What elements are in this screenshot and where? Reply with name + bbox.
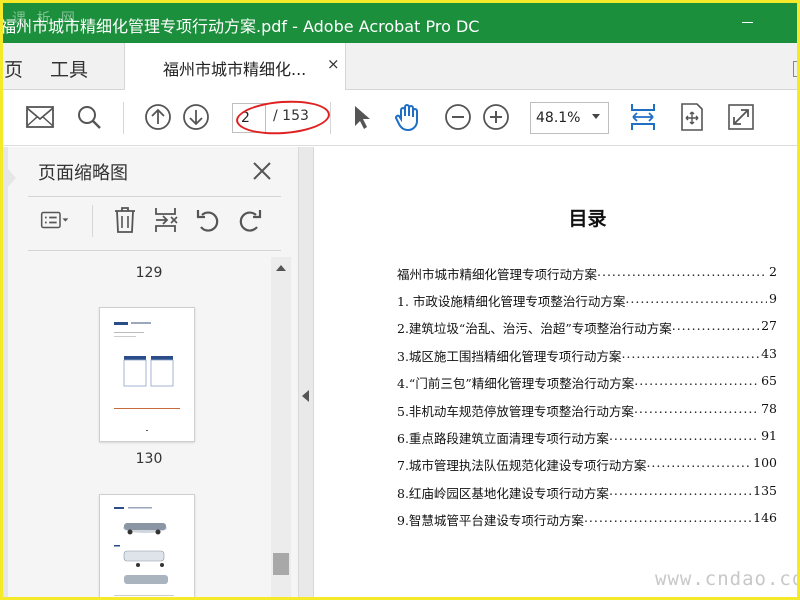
toc-entry[interactable]: 6.重点路段建筑立面清理专项行动方案 .....................… [397,428,777,447]
chevron-down-icon [592,114,600,119]
toc-entry-page: 9 [769,291,777,306]
toc-leader-dots: ........................................… [608,428,759,443]
tab-home[interactable]: 页 [4,55,23,82]
insert-page-icon[interactable] [151,205,181,235]
tab-scroll-right[interactable] [793,61,800,77]
toc-leader-dots: ........................................… [671,318,760,333]
toc-leader-dots: ........................................… [597,264,767,279]
toc-entry-page: 65 [761,373,777,388]
toc-entry[interactable]: 1. 市政设施精细化管理专项整治行动方案 ...................… [397,291,777,310]
toc-entry-text: 1. 市政设施精细化管理专项整治行动方案 [397,294,626,309]
toc-entry-page: 43 [761,346,777,361]
thumbnail-page-number: 129 [135,265,163,281]
toc-entry[interactable]: 7.城市管理执法队伍规范化建设专项行动方案 ..................… [397,455,777,474]
thumbnail-list[interactable]: 129 130 [28,257,270,600]
toc-leader-dots: ........................................… [646,455,751,470]
page-thumbnail[interactable] [99,307,195,442]
page-up-icon[interactable] [143,102,173,132]
toc-entry[interactable]: 2.建筑垃圾“治乱、治污、治超”专项整治行动方案 ...............… [397,318,777,337]
navigation-pane-strip [0,147,8,600]
thumbnail-options-icon[interactable] [40,205,70,235]
toc-entry[interactable]: 4.“门前三包”精细化管理专项整治行动方案 ..................… [397,373,777,392]
toc-entry[interactable]: 3.城区施工围挡精细化管理专项行动方案 ....................… [397,346,777,365]
collapse-panel-icon[interactable] [302,390,309,402]
scroll-mode-icon[interactable] [677,102,707,132]
thumbnail-page-number: 130 [135,451,163,467]
toc-entry-page: 27 [761,318,777,333]
panel-splitter[interactable] [298,147,314,600]
rotate-left-icon[interactable] [193,205,223,235]
toc-entry-text: 6.重点路段建筑立面清理专项行动方案 [397,431,609,446]
toc-entry-page: 91 [761,428,777,443]
toc-entry-text: 7.城市管理执法队伍规范化建设专项行动方案 [397,458,647,473]
zoom-select[interactable]: 48.1% [530,102,609,134]
tab-tools[interactable]: 工具 [50,55,88,82]
zoom-out-icon[interactable] [443,102,473,132]
page-thumbnails-panel: 页面缩略图 129 130 [0,147,298,600]
tab-document[interactable]: 福州市城市精细化... × [124,43,346,90]
search-icon[interactable] [74,102,104,132]
mail-icon[interactable] [25,102,55,132]
panel-separator [92,205,93,237]
toc-title: 目录 [568,208,607,230]
page-thumbnail[interactable] [99,494,195,600]
tab-document-label: 福州市城市精细化... [163,60,307,79]
toc-leader-dots: ........................................… [634,373,759,388]
toc-entry-page: 100 [753,455,777,470]
title-bar: 福州市城市精细化管理专项行动方案.pdf - Adobe Acrobat Pro… [0,3,800,43]
scrollbar-thumb[interactable] [273,553,289,575]
toc-entry-text: 福州市城市精细化管理专项行动方案 [397,267,598,282]
toc-leader-dots: ........................................… [625,291,767,306]
toc-leader-dots: ........................................… [583,510,751,525]
minimize-button[interactable] [742,22,753,23]
toc-entry-text: 9.智慧城管平台建设专项行动方案 [397,513,584,528]
panel-pointer [8,169,16,187]
toc-entry-page: 2 [769,264,777,279]
tab-bar: 页 工具 福州市城市精细化... × [0,43,800,90]
toc-entry[interactable]: 福州市城市精细化管理专项行动方案 .......................… [397,264,777,283]
toc-entry[interactable]: 5.非机动车规范停放管理专项整治行动方案 ...................… [397,401,777,420]
page-down-icon[interactable] [181,102,211,132]
toc-leader-dots: ........................................… [621,346,759,361]
toc-entry-page: 146 [753,510,777,525]
panel-title: 页面缩略图 [38,163,128,184]
rotate-right-icon[interactable] [235,205,265,235]
toc-entry-text: 3.城区施工围挡精细化管理专项行动方案 [397,349,622,364]
close-tab-icon[interactable]: × [327,55,340,73]
toolbar: 2 / 153 48.1% [0,90,800,146]
site-watermark-logo: 课 析 网 [12,11,78,27]
toolbar-separator [330,102,331,134]
panel-divider [28,196,281,197]
toolbar-separator [123,102,124,134]
toc-entry[interactable]: 9.智慧城管平台建设专项行动方案 .......................… [397,510,777,529]
toc-leader-dots: ........................................… [608,483,751,498]
toc-entry-text: 2.建筑垃圾“治乱、治污、治超”专项整治行动方案 [397,321,672,336]
toc-entry-text: 5.非机动车规范停放管理专项整治行动方案 [397,404,634,419]
zoom-value: 48.1% [536,110,581,126]
delete-page-icon[interactable] [110,205,140,235]
fit-width-icon[interactable] [628,102,658,132]
select-arrow-icon[interactable] [346,102,376,132]
toc-entry-text: 4.“门前三包”精细化管理专项整治行动方案 [397,376,635,391]
zoom-in-icon[interactable] [481,102,511,132]
hand-icon[interactable] [393,102,423,132]
document-view[interactable]: 目录 福州市城市精细化管理专项行动方案 ....................… [315,147,800,600]
toc-entry-page: 78 [761,401,777,416]
thumbnail-scrollbar[interactable] [271,257,291,600]
toc-entry-text: 8.红庙岭园区基地化建设专项行动方案 [397,486,609,501]
toc-leader-dots: ........................................… [633,401,759,416]
scroll-up-icon[interactable] [276,265,286,271]
toc-entry-page: 135 [753,483,777,498]
site-watermark: www.cndao.com [655,568,800,590]
toc-entry[interactable]: 8.红庙岭园区基地化建设专项行动方案 .....................… [397,483,777,502]
panel-divider [28,250,281,251]
fullscreen-icon[interactable] [726,102,756,132]
close-panel-icon[interactable] [250,159,274,187]
